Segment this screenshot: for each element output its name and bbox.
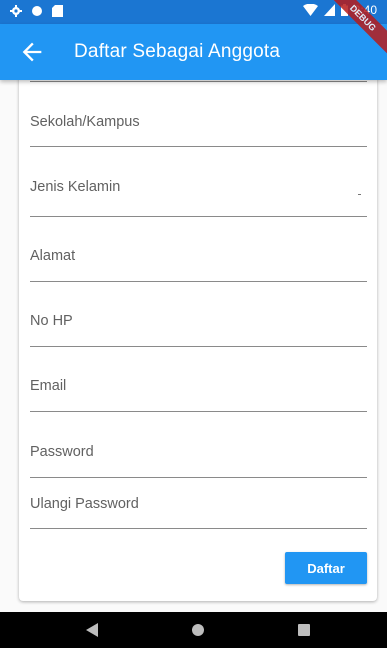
phone-field-label: No HP: [30, 313, 73, 329]
address-field[interactable]: Alamat: [30, 234, 367, 282]
gender-dropdown-underline: [30, 216, 367, 217]
confirm-password-field[interactable]: Ulangi Password: [30, 482, 367, 530]
gear-icon: [10, 5, 22, 17]
status-icons-left: [10, 5, 63, 17]
nav-recent-icon[interactable]: [298, 624, 310, 636]
nav-back-icon[interactable]: [86, 623, 98, 637]
phone-field-underline: [30, 346, 367, 347]
confirm-password-field-underline: [30, 528, 367, 529]
nav-home-icon[interactable]: [192, 624, 204, 636]
email-field-underline: [30, 411, 367, 412]
email-field-label: Email: [30, 378, 67, 394]
gender-dropdown-label: Jenis Kelamin: [30, 179, 121, 195]
password-field-underline: [30, 477, 367, 478]
dropdown-arrow-icon: [358, 194, 361, 195]
email-field[interactable]: Email: [30, 364, 367, 412]
system-nav-bar: [0, 612, 387, 648]
school-field-label: Sekolah/Kampus: [30, 114, 140, 130]
field-underline-top: [30, 81, 367, 82]
status-bar: 2:40: [0, 0, 387, 24]
wifi-icon: [302, 4, 318, 16]
confirm-password-field-label: Ulangi Password: [30, 496, 139, 512]
password-field[interactable]: Password: [30, 430, 367, 478]
arrow-back-icon[interactable]: [18, 38, 46, 66]
phone-field[interactable]: No HP: [30, 299, 367, 347]
school-field-underline: [30, 146, 367, 147]
gender-dropdown[interactable]: Jenis Kelamin: [30, 165, 367, 217]
address-field-underline: [30, 281, 367, 282]
circle-icon: [32, 6, 42, 16]
school-field[interactable]: Sekolah/Kampus: [30, 100, 367, 148]
signal-icon: [323, 4, 335, 16]
address-field-label: Alamat: [30, 248, 76, 264]
app-bar: Daftar Sebagai Anggota: [0, 24, 387, 80]
daftar-button[interactable]: Daftar: [285, 552, 367, 584]
password-field-label: Password: [30, 444, 94, 460]
page-title: Daftar Sebagai Anggota: [74, 41, 281, 62]
sd-card-icon: [52, 5, 63, 17]
